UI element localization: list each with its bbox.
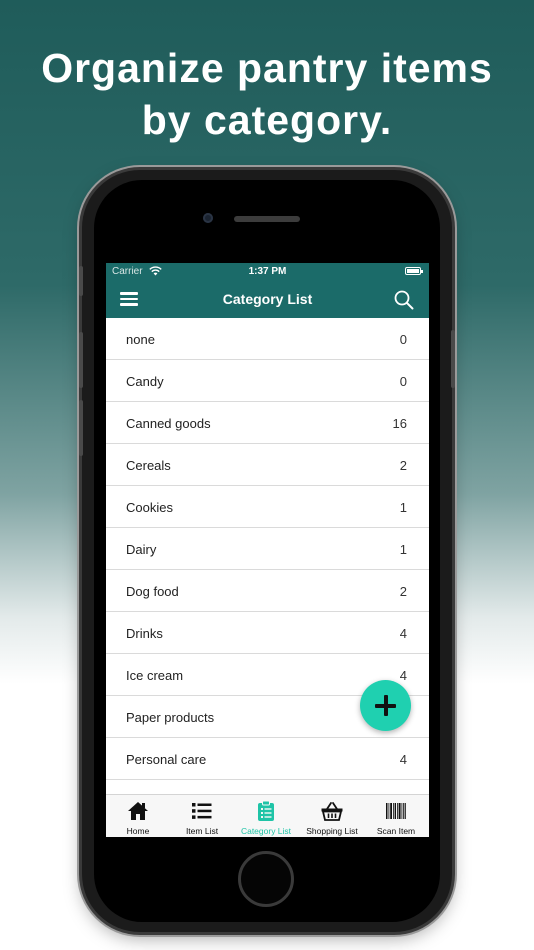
category-name: Dog food [126,584,179,599]
category-name: Candy [126,374,164,389]
category-name: Cookies [126,500,173,515]
barcode-icon [386,803,406,819]
category-count: 4 [399,752,407,767]
category-list: none 0 Candy 0 Canned goods 16 Cereals 2 Coo… [106,318,429,822]
category-name: Dairy [126,542,157,557]
tab-label: Category List [240,826,292,836]
tab-label: Home [126,826,150,836]
list-icon [192,803,212,819]
power-button [451,330,455,388]
category-name: Personal care [126,752,207,767]
clipboard-icon [258,800,274,821]
category-name: none [126,332,155,347]
category-row-dog-food[interactable]: Dog food 2 [106,570,429,612]
category-name: Cereals [126,458,171,473]
category-count: 2 [399,584,407,599]
tab-bar: Home Item List Category List Shopping Li… [106,794,429,837]
tab-home[interactable]: Home [106,795,170,837]
search-icon[interactable] [393,289,415,311]
navigation-bar: Category List [106,281,429,318]
category-row-canned-goods[interactable]: Canned goods 16 [106,402,429,444]
status-bar: Carrier 1:37 PM [106,263,429,281]
category-row-dairy[interactable]: Dairy 1 [106,528,429,570]
tab-scan-item[interactable]: Scan Item [364,795,428,837]
tab-shopping-list[interactable]: Shopping List [300,795,364,837]
category-row-candy[interactable]: Candy 0 [106,360,429,402]
category-count: 4 [399,626,407,641]
category-row-cereals[interactable]: Cereals 2 [106,444,429,486]
marketing-headline: Organize pantry items by category. [0,42,534,146]
category-name: Paper products [126,710,215,725]
category-count: 2 [399,458,407,473]
tab-item-list[interactable]: Item List [170,795,234,837]
volume-up-button [79,332,83,388]
home-icon [128,802,148,820]
category-name: Drinks [126,626,163,641]
page-title: Category List [222,291,313,307]
category-name: Ice cream [126,668,184,683]
add-category-button[interactable] [360,680,411,731]
category-count: 0 [399,374,407,389]
earpiece [234,216,300,222]
basket-icon [321,802,343,821]
silent-switch [79,266,83,296]
category-count: 1 [399,542,407,557]
tab-label: Shopping List [306,826,358,836]
category-count: 16 [392,416,407,431]
volume-down-button [79,400,83,456]
category-count: 4 [399,668,407,683]
tab-category-list[interactable]: Category List [234,795,298,837]
app-screen: Carrier 1:37 PM Category List none 0 Cand… [106,263,429,837]
category-count: 0 [399,332,407,347]
category-row-none[interactable]: none 0 [106,318,429,360]
category-row-personal-care[interactable]: Personal care 4 [106,738,429,780]
category-name: Canned goods [126,416,211,431]
status-time: 1:37 PM [248,266,287,277]
headline-line-1: Organize pantry items [41,45,493,91]
plus-icon-vertical [383,695,388,716]
category-count: 1 [399,500,407,515]
category-row-cookies[interactable]: Cookies 1 [106,486,429,528]
front-camera [203,213,213,223]
category-row-drinks[interactable]: Drinks 4 [106,612,429,654]
battery-icon [405,267,423,275]
tab-label: Item List [185,826,219,836]
home-button[interactable] [238,851,294,907]
tab-label: Scan Item [376,826,416,836]
headline-line-2: by category. [141,97,393,143]
